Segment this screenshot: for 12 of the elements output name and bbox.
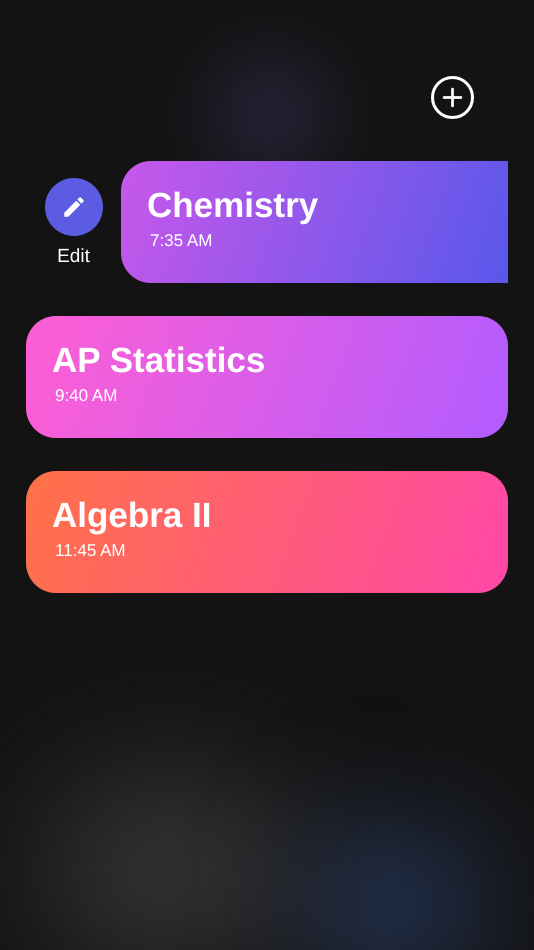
edit-label: Edit [57, 245, 90, 269]
class-card[interactable]: Chemistry 7:35 AM [121, 161, 508, 283]
class-card[interactable]: Algebra II 11:45 AM [26, 471, 508, 593]
add-button[interactable] [431, 76, 474, 119]
class-title: Chemistry [147, 185, 320, 228]
plus-icon [442, 87, 463, 108]
class-time: 9:40 AM [55, 385, 118, 408]
class-time: 7:35 AM [150, 230, 214, 252]
class-title: AP Statistics [52, 340, 266, 382]
class-card[interactable]: AP Statistics 9:40 AM [26, 316, 508, 438]
class-time: 11:45 AM [55, 540, 127, 562]
class-title: Algebra II [52, 495, 212, 538]
